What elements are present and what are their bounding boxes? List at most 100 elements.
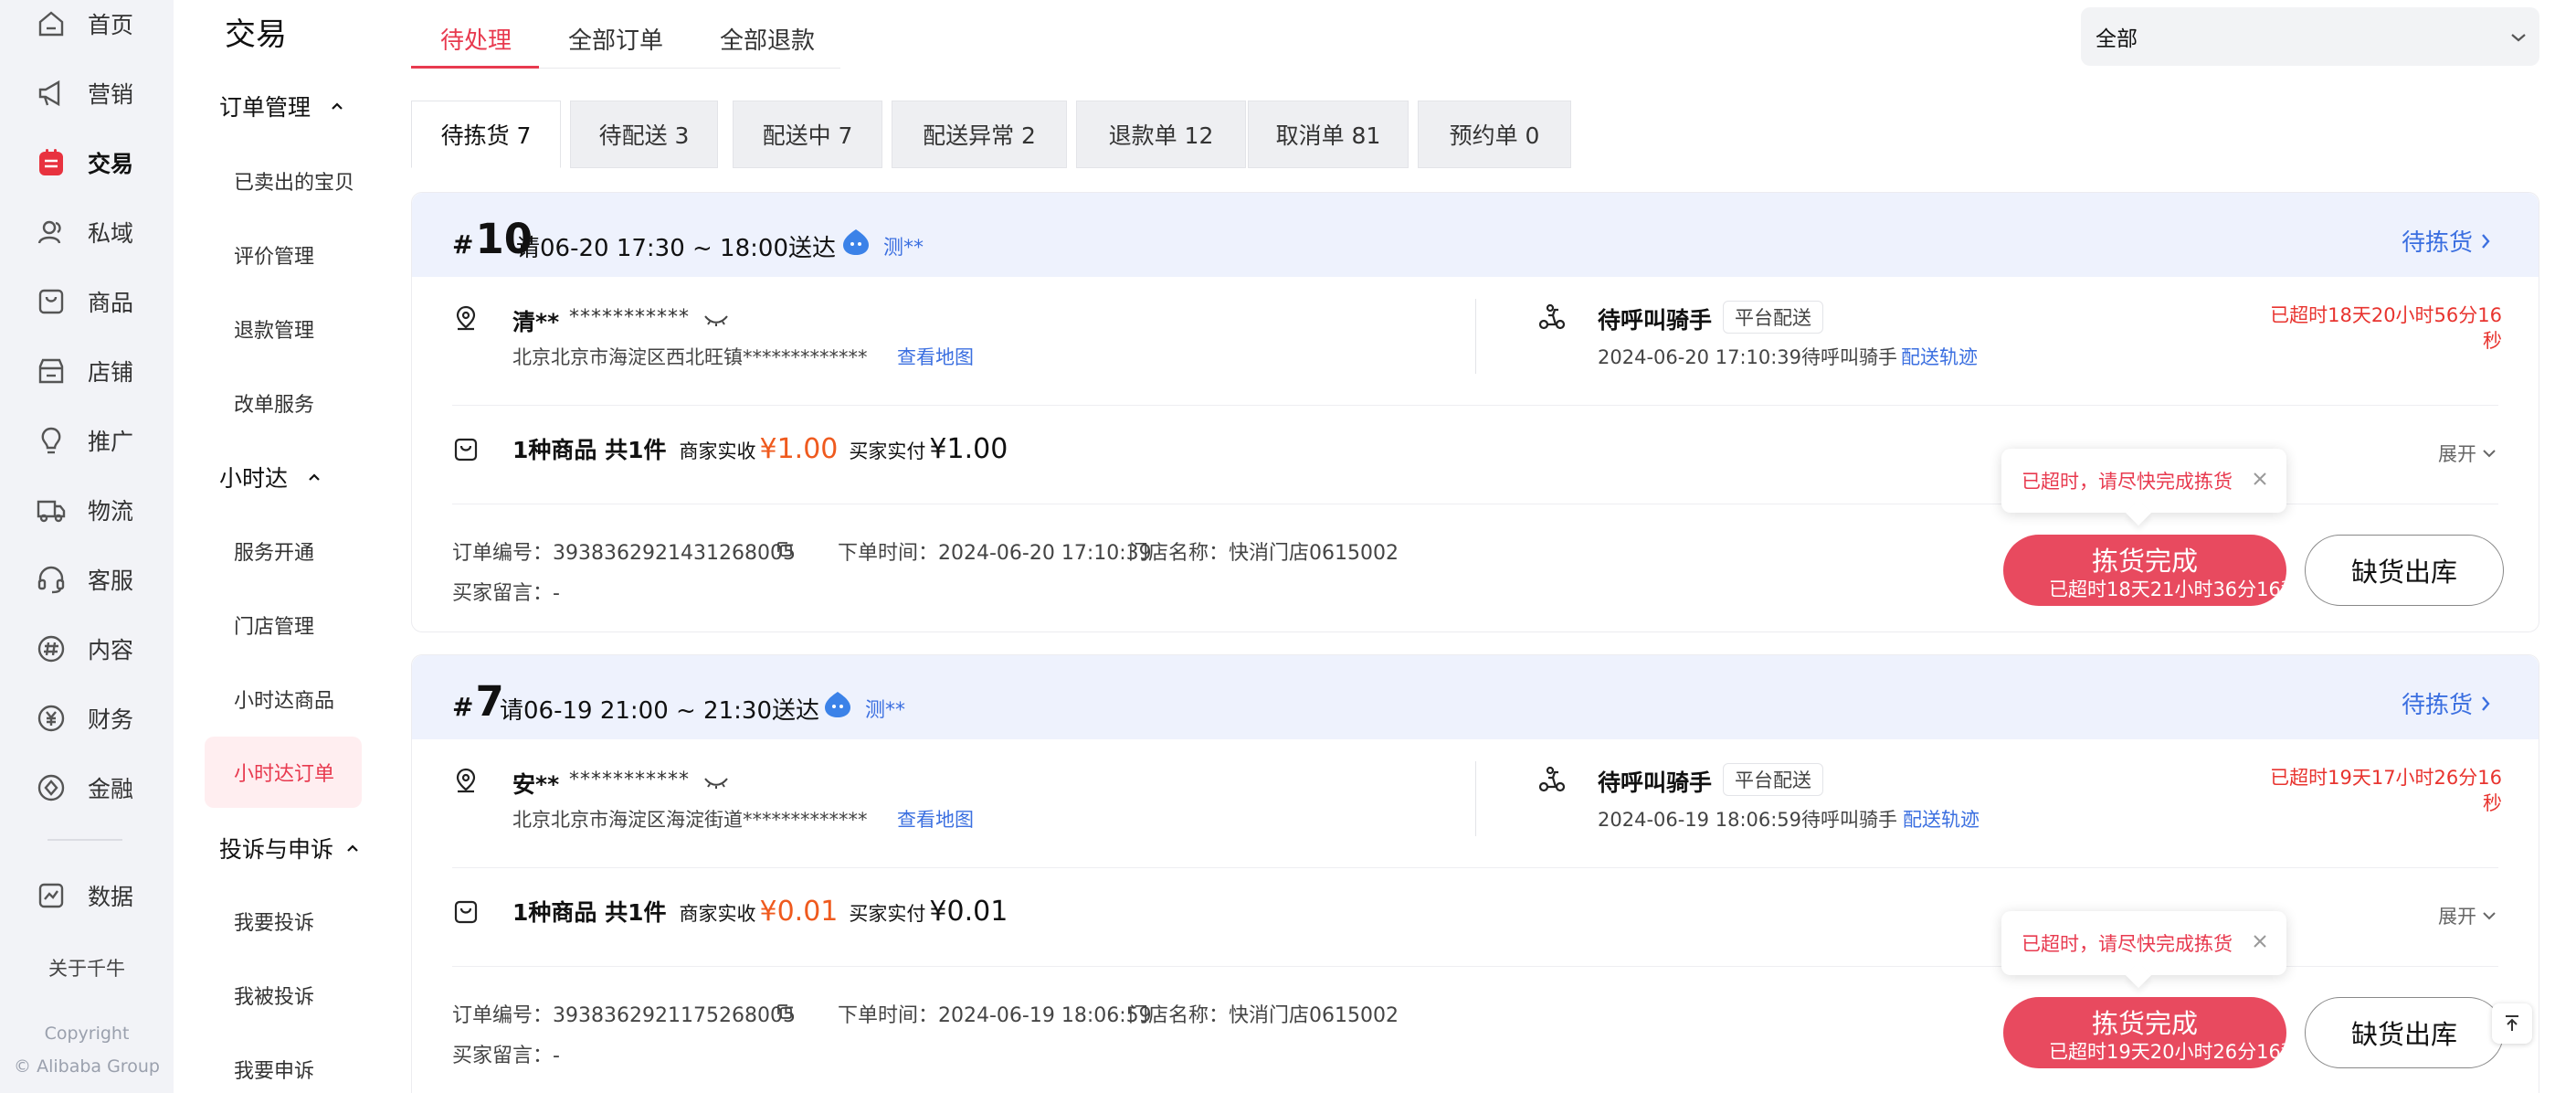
rider-status: 待呼叫骑手: [1598, 307, 1713, 334]
chip-to-pick[interactable]: 待拣货 7: [411, 101, 561, 168]
chip-cancelled[interactable]: 取消单 81: [1248, 101, 1409, 168]
order-id: 订单编号：3938362921431268005: [452, 542, 796, 565]
order-id: 订单编号：3938362921175268005: [452, 1004, 796, 1027]
chip-delivery-exception[interactable]: 配送异常 2: [892, 101, 1067, 168]
nav-item-home[interactable]: 首页: [35, 0, 133, 51]
pick-button-sublabel: 已超时18天21小时36分16秒: [2049, 578, 2286, 600]
sub-item-modify-service[interactable]: 改单服务: [234, 388, 314, 418]
pick-complete-button[interactable]: 拣货完成 已超时19天20小时26分16秒: [2003, 997, 2286, 1068]
rider-icon: [1538, 766, 1566, 792]
sub-item-file-complaint[interactable]: 我要投诉: [234, 907, 314, 936]
overdue-time: 已超时19天17小时26分16 秒: [2246, 765, 2502, 816]
chevron-up-icon: [309, 473, 320, 481]
sub-item-store-management[interactable]: 门店管理: [234, 610, 314, 640]
expand-toggle[interactable]: 展开: [2438, 902, 2497, 929]
out-of-stock-button[interactable]: 缺货出库: [2305, 997, 2504, 1068]
goods-count: 1种商品 共1件: [512, 899, 667, 926]
copy-icon[interactable]: [776, 540, 794, 558]
nav-item-marketing[interactable]: 营销: [35, 66, 133, 121]
pick-button-sublabel: 已超时19天20小时26分16秒: [2049, 1041, 2286, 1063]
nav-item-finance[interactable]: 财务: [35, 691, 133, 746]
hash-symbol: #: [452, 229, 474, 260]
arrow-up-icon: [2506, 1015, 2518, 1031]
chip-refunds[interactable]: 退款单 12: [1076, 101, 1246, 168]
nav-label: 内容: [88, 637, 134, 663]
chip-to-deliver[interactable]: 待配送 3: [570, 101, 718, 168]
sub-item-refunds[interactable]: 退款管理: [234, 314, 314, 344]
goods-summary: 1种商品 共1件 商家实收 ¥1.00 买家实付 ¥1.00: [512, 432, 1008, 465]
buyer-message: 买家留言：-: [452, 582, 560, 605]
sub-item-reviews[interactable]: 评价管理: [234, 240, 314, 270]
chevron-up-icon: [332, 102, 343, 110]
order-number: #7: [452, 677, 504, 726]
nav-item-trade[interactable]: 交易: [35, 135, 133, 190]
sub-item-complained[interactable]: 我被投诉: [234, 981, 314, 1010]
nav-label: 物流: [88, 498, 134, 525]
rider-icon: [1538, 303, 1566, 330]
nav-item-logistics[interactable]: 物流: [35, 483, 133, 537]
nav-item-data[interactable]: 数据: [35, 868, 133, 923]
chevron-down-icon: [2483, 912, 2496, 920]
sub-item-hourly-orders[interactable]: 小时达订单: [205, 737, 362, 808]
expand-label: 展开: [2438, 906, 2476, 928]
view-map-link[interactable]: 查看地图: [897, 343, 974, 370]
tab-all-orders[interactable]: 全部订单: [568, 22, 663, 56]
chip-delivering[interactable]: 配送中 7: [733, 101, 882, 168]
tooltip-tail: [2125, 961, 2152, 989]
sub-item-service-open[interactable]: 服务开通: [234, 536, 314, 566]
order-status-link[interactable]: 待拣货: [2402, 686, 2491, 720]
secondary-sidebar: 交易 订单管理 已卖出的宝贝 评价管理 退款管理 改单服务 小时达 服务开通 门…: [174, 0, 384, 1093]
group-hourly[interactable]: 小时达: [219, 461, 321, 493]
nav-item-shop[interactable]: 店铺: [35, 344, 133, 398]
nav-item-private[interactable]: 私域: [35, 205, 133, 260]
location-pin-icon: [456, 768, 476, 793]
main-sidebar: 首页 营销 交易 私域 商品 店铺 推广 物流 客服 内容 财务 金融 数据 关…: [0, 0, 174, 1093]
pick-complete-button[interactable]: 拣货完成 已超时18天21小时36分16秒: [2003, 535, 2286, 606]
nav-item-service[interactable]: 客服: [35, 552, 133, 607]
tooltip-text: 已超时，请尽快完成拣货: [2022, 471, 2233, 493]
customer-address: 北京北京市海淀区海淀街道*************: [512, 809, 868, 831]
chip-reserved[interactable]: 预约单 0: [1418, 101, 1571, 168]
close-icon[interactable]: [2252, 471, 2268, 487]
tab-all-refunds[interactable]: 全部退款: [720, 22, 815, 56]
close-icon[interactable]: [2252, 933, 2268, 950]
eye-closed-icon[interactable]: [702, 313, 730, 326]
goods-count: 1种商品 共1件: [512, 437, 667, 463]
nav-item-content[interactable]: 内容: [35, 621, 133, 676]
eye-closed-icon[interactable]: [702, 776, 730, 789]
nav-item-fintech[interactable]: 金融: [35, 760, 133, 815]
delivery-type-tag: 平台配送: [1723, 763, 1823, 796]
delivery-window: 请06-19 21:00 ~ 21:30送达: [500, 697, 819, 725]
sub-item-appeal[interactable]: 我要申诉: [234, 1055, 314, 1084]
view-map-link[interactable]: 查看地图: [897, 805, 974, 833]
goods-icon: [35, 285, 68, 318]
group-order-management[interactable]: 订单管理: [219, 90, 343, 122]
sub-item-hourly-goods[interactable]: 小时达商品: [234, 684, 334, 714]
copy-icon[interactable]: [776, 1003, 794, 1021]
group-complaints[interactable]: 投诉与申诉: [219, 832, 359, 865]
buyer-nickname[interactable]: 测**: [865, 694, 905, 723]
delivery-track-link[interactable]: 配送轨迹: [1903, 805, 1980, 833]
delivery-track-link[interactable]: 配送轨迹: [1901, 343, 1978, 370]
tab-pending[interactable]: 待处理: [440, 22, 512, 56]
nav-label: 客服: [88, 568, 134, 594]
shopping-bag-icon: [454, 900, 478, 924]
order-status-label: 待拣货: [2401, 229, 2473, 257]
order-status-link[interactable]: 待拣货: [2402, 224, 2491, 258]
store-name: 门店名称：快消门店0615002: [1128, 542, 1399, 565]
merchant-received-amount: ¥1.00: [759, 433, 839, 465]
buyer-nickname[interactable]: 测**: [883, 231, 924, 260]
buyer-paid-label: 买家实付: [849, 903, 926, 925]
sub-item-sold[interactable]: 已卖出的宝贝: [234, 166, 354, 196]
filter-select[interactable]: 全部: [2081, 7, 2539, 66]
goods-summary: 1种商品 共1件 商家实收 ¥0.01 买家实付 ¥0.01: [512, 895, 1008, 928]
expand-toggle[interactable]: 展开: [2438, 440, 2497, 467]
bulb-icon: [35, 424, 68, 457]
nav-item-promote[interactable]: 推广: [35, 413, 133, 468]
nav-divider: [48, 839, 122, 841]
group-label: 小时达: [219, 465, 289, 492]
out-of-stock-button[interactable]: 缺货出库: [2305, 535, 2504, 606]
back-to-top-button[interactable]: [2492, 1003, 2532, 1044]
nav-item-goods[interactable]: 商品: [35, 274, 133, 329]
about-link[interactable]: 关于千牛: [0, 954, 174, 982]
